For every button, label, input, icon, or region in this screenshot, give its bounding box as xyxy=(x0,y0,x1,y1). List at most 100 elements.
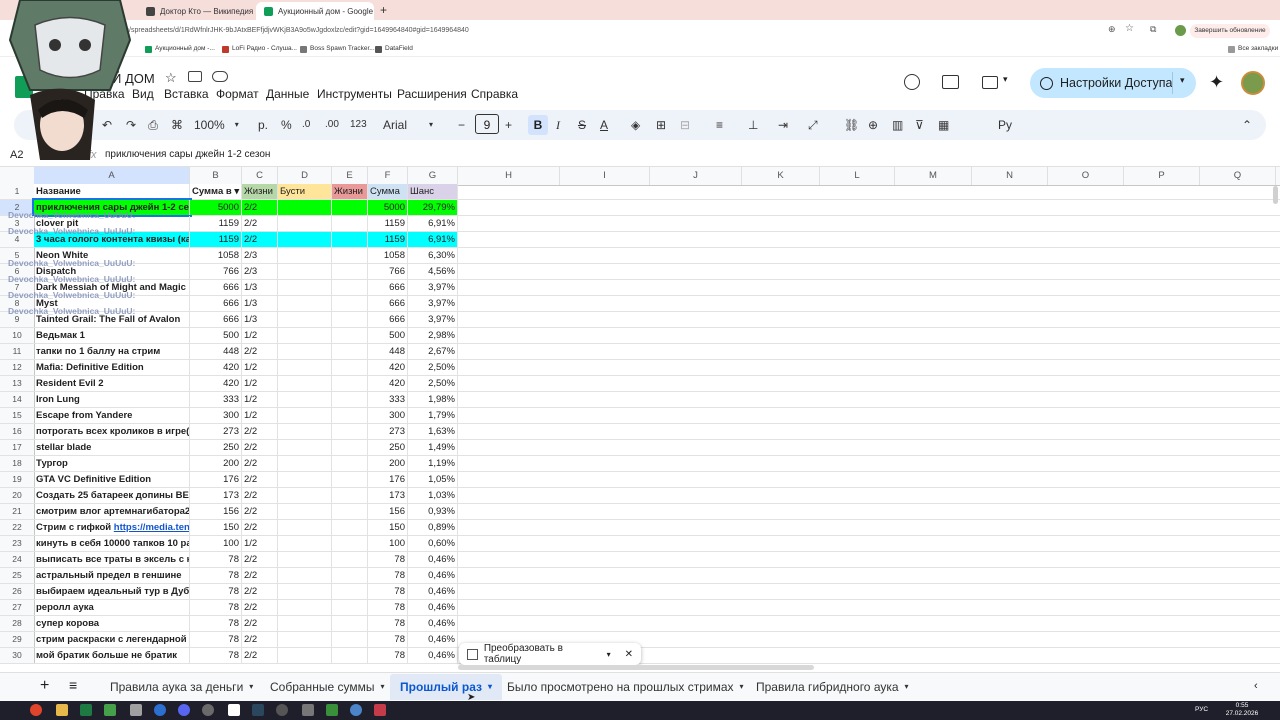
cell[interactable]: 1,05% xyxy=(408,472,458,487)
cell[interactable] xyxy=(332,328,368,343)
column-header[interactable]: H xyxy=(458,167,560,185)
header-cell[interactable]: Бусти xyxy=(278,184,332,199)
cell[interactable] xyxy=(332,616,368,631)
column-header[interactable]: B xyxy=(190,167,242,185)
cell[interactable]: 1/2 xyxy=(242,360,278,375)
explorer-taskbar-icon[interactable] xyxy=(56,704,68,716)
align-vertical-icon[interactable]: ⊥ xyxy=(748,116,758,134)
cell[interactable]: Ведьмак 1 xyxy=(34,328,190,343)
cell[interactable]: 1/2 xyxy=(242,392,278,407)
cell[interactable]: 1/2 xyxy=(242,408,278,423)
cell[interactable]: 29,79% xyxy=(408,200,458,215)
cell[interactable]: 176 xyxy=(190,472,242,487)
cell[interactable]: Mafia: Definitive Edition xyxy=(34,360,190,375)
account-avatar[interactable] xyxy=(1241,71,1265,95)
cell[interactable]: 0,46% xyxy=(408,552,458,567)
obs-taskbar-icon[interactable] xyxy=(228,704,240,716)
cell[interactable]: 2/2 xyxy=(242,520,278,535)
all-bookmarks[interactable]: Все закладки xyxy=(1228,44,1278,54)
chevron-down-icon[interactable]: ▾ xyxy=(1003,74,1008,85)
horizontal-scrollbar[interactable] xyxy=(458,665,814,670)
cell[interactable] xyxy=(278,408,332,423)
sheet-tab[interactable]: Собранные суммы ▾ xyxy=(260,674,394,700)
zoom-select[interactable]: 100% ▾ xyxy=(194,116,239,134)
profile-avatar[interactable] xyxy=(1175,25,1186,36)
cell[interactable] xyxy=(332,360,368,375)
cell[interactable] xyxy=(332,584,368,599)
notepad-taskbar-icon[interactable] xyxy=(130,704,142,716)
cell[interactable]: 2/2 xyxy=(242,504,278,519)
text-wrap-icon[interactable]: ⇥ xyxy=(778,116,788,134)
bookmark-item[interactable]: Аукционный дом -... xyxy=(145,44,215,54)
cell[interactable]: 2,98% xyxy=(408,328,458,343)
close-icon[interactable]: ✕ xyxy=(625,649,633,660)
row-number[interactable]: 26 xyxy=(0,584,35,599)
cell[interactable]: 500 xyxy=(190,328,242,343)
chevron-down-icon[interactable]: ▾ xyxy=(1180,75,1185,86)
cell-link[interactable]: https://media.tenor xyxy=(114,522,189,533)
cell[interactable]: 1159 xyxy=(190,232,242,247)
row-number[interactable]: 18 xyxy=(0,456,35,471)
column-header[interactable]: F xyxy=(368,167,408,185)
cell[interactable]: 2/2 xyxy=(242,344,278,359)
cell[interactable]: 666 xyxy=(190,280,242,295)
cell[interactable]: 300 xyxy=(368,408,408,423)
cell[interactable]: 200 xyxy=(190,456,242,471)
decrease-decimal-button[interactable]: .0 xyxy=(302,116,310,134)
cell[interactable]: 666 xyxy=(368,296,408,311)
cell[interactable]: 78 xyxy=(190,568,242,583)
font-size-decrease-icon[interactable]: − xyxy=(458,116,465,134)
column-header[interactable]: K xyxy=(742,167,820,185)
cell[interactable]: 250 xyxy=(190,440,242,455)
cell[interactable]: 1/2 xyxy=(242,328,278,343)
move-folder-icon[interactable] xyxy=(188,71,202,82)
cell[interactable]: 156 xyxy=(190,504,242,519)
cell[interactable] xyxy=(332,568,368,583)
cell[interactable]: 2/2 xyxy=(242,552,278,567)
cell[interactable]: 78 xyxy=(368,584,408,599)
telegram-taskbar-icon[interactable] xyxy=(154,704,166,716)
cell[interactable]: 1,79% xyxy=(408,408,458,423)
cell[interactable] xyxy=(278,632,332,647)
cell[interactable]: астральный предел в геншине xyxy=(34,568,190,583)
cell[interactable]: 0,89% xyxy=(408,520,458,535)
cell[interactable] xyxy=(278,568,332,583)
cell[interactable] xyxy=(332,232,368,247)
app-taskbar-icon[interactable] xyxy=(350,704,362,716)
filter-views-icon[interactable]: ▦ xyxy=(938,116,949,134)
cell[interactable]: 2/2 xyxy=(242,488,278,503)
cell[interactable]: 78 xyxy=(190,648,242,663)
cell[interactable]: 0,46% xyxy=(408,632,458,647)
cell[interactable] xyxy=(332,376,368,391)
cell[interactable]: 2/2 xyxy=(242,472,278,487)
insert-link-icon[interactable]: ⛓ xyxy=(844,116,859,134)
cell[interactable] xyxy=(332,248,368,263)
cell[interactable]: 2/2 xyxy=(242,232,278,247)
cell[interactable] xyxy=(278,392,332,407)
cell[interactable]: 156 xyxy=(368,504,408,519)
sheet-nav-left-icon[interactable]: ‹ xyxy=(1254,680,1258,692)
cell[interactable]: 420 xyxy=(190,360,242,375)
cell[interactable]: Тургор xyxy=(34,456,190,471)
cell[interactable] xyxy=(332,632,368,647)
text-color-icon[interactable]: A xyxy=(600,116,608,134)
cell[interactable]: 766 xyxy=(368,264,408,279)
app-taskbar-icon[interactable] xyxy=(104,704,116,716)
cell[interactable]: выписать все траты в эксель с ка xyxy=(34,552,190,567)
text-rotate-icon[interactable]: ⤢ xyxy=(808,116,818,134)
header-cell[interactable]: Шанс xyxy=(408,184,458,199)
cell[interactable]: 1/2 xyxy=(242,536,278,551)
row-number[interactable]: 28 xyxy=(0,616,35,631)
cell[interactable] xyxy=(278,536,332,551)
app-taskbar-icon[interactable] xyxy=(276,704,288,716)
collapse-toolbar-icon[interactable]: ⌃ xyxy=(1242,116,1252,134)
cell[interactable] xyxy=(332,552,368,567)
row-number[interactable]: 16 xyxy=(0,424,35,439)
row-number[interactable]: 25 xyxy=(0,568,35,583)
sheet-tab[interactable]: Правила аука за деньги ▾ xyxy=(100,674,263,700)
cell[interactable] xyxy=(332,600,368,615)
chrome-taskbar-icon[interactable] xyxy=(30,704,42,716)
menu-extensions[interactable]: Расширения xyxy=(397,87,467,101)
column-header[interactable]: C xyxy=(242,167,278,185)
cell[interactable] xyxy=(278,440,332,455)
